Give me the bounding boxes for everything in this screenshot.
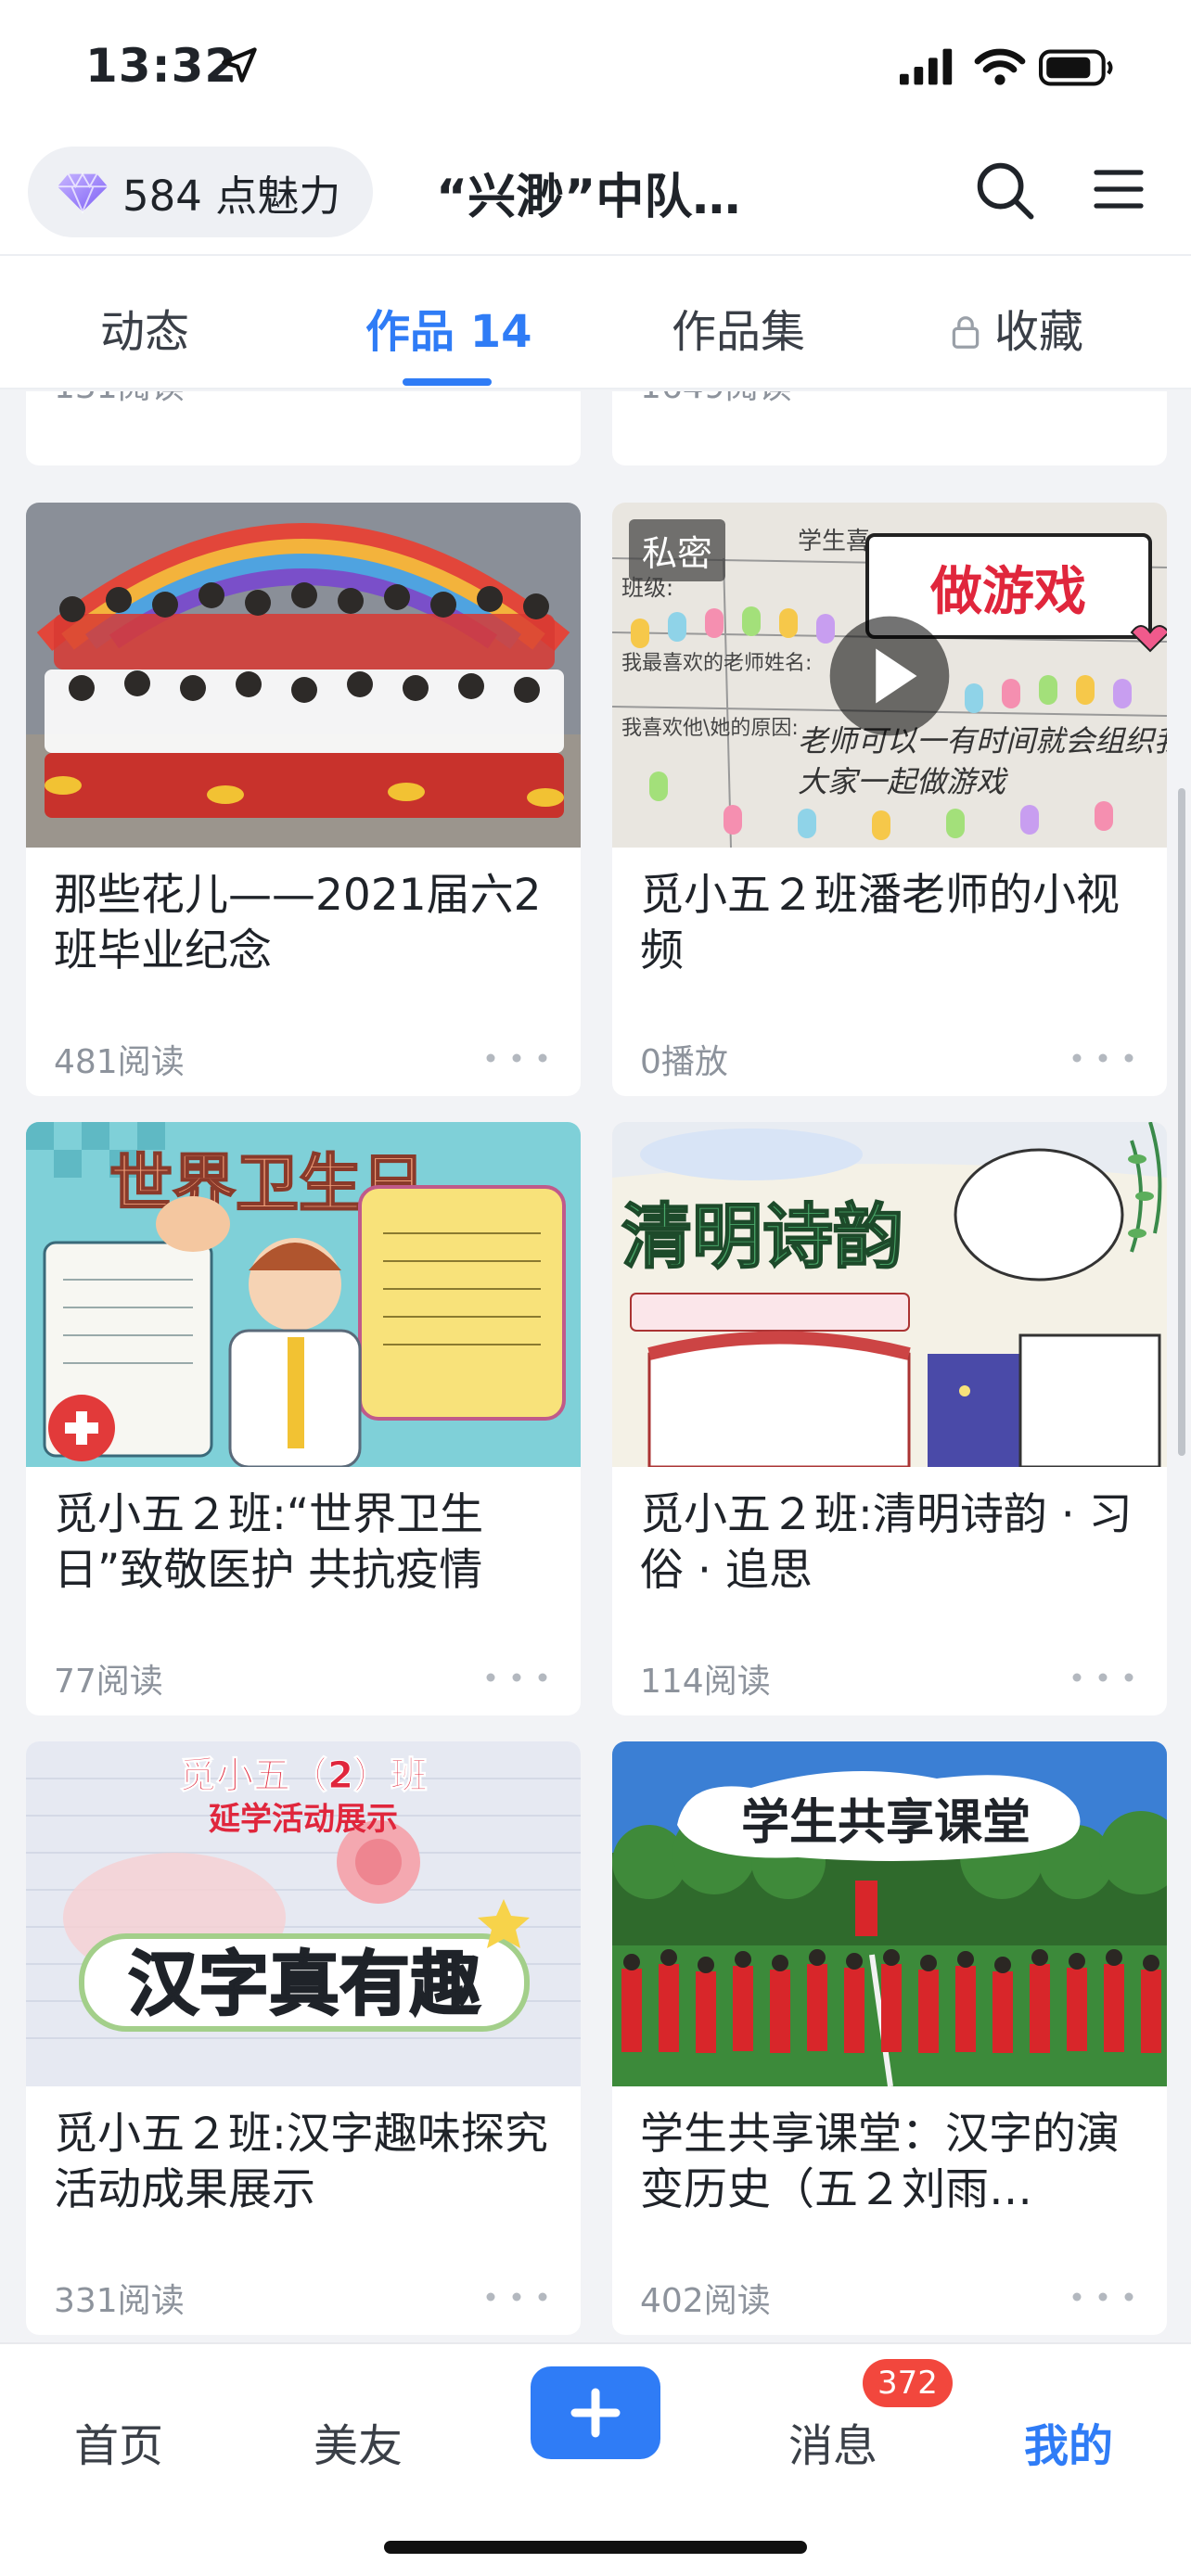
diamond-icon bbox=[57, 172, 109, 214]
read-count: 77阅读 bbox=[54, 1663, 163, 1701]
hanzi-activity-thumbnail: 觅小五（2）班 延学活动展示 汉字真有趣 bbox=[26, 1741, 581, 2086]
plus-icon bbox=[570, 2388, 621, 2438]
sheet-handwriting-line-2: 大家一起做游戏 bbox=[798, 764, 1008, 799]
private-badge: 私密 bbox=[629, 519, 726, 581]
cellular-signal-icon bbox=[900, 48, 953, 85]
work-card[interactable]: 那些花儿——2021届六2班毕业纪念 481阅读 bbox=[26, 503, 581, 1096]
thumbnail-activity-caption: 延学活动展示 bbox=[209, 1801, 398, 1838]
scrollbar[interactable] bbox=[1178, 788, 1185, 1456]
work-title: 那些花儿——2021届六2班毕业纪念 bbox=[54, 870, 542, 976]
page-title: “兴渺”中队… bbox=[436, 170, 741, 225]
nav-mine[interactable]: 我的 bbox=[1024, 2409, 1113, 2474]
search-icon[interactable] bbox=[974, 159, 1035, 221]
sheet-teacher-field: 我最喜欢的老师姓名: bbox=[621, 652, 812, 675]
status-bar: 13:32 bbox=[0, 0, 1191, 139]
create-button[interactable] bbox=[531, 2366, 660, 2459]
health-day-poster-thumbnail: 世界卫生日 bbox=[26, 1122, 581, 1467]
profile-tabs: 动态 作品 14 作品集 收藏 bbox=[0, 254, 1191, 389]
read-count: 131阅读 bbox=[54, 391, 185, 408]
read-count: 481阅读 bbox=[54, 1043, 185, 1081]
bottom-navigation: 首页 美友 消息 372 我的 bbox=[0, 2342, 1191, 2576]
tab-works[interactable]: 作品 14 bbox=[365, 295, 532, 360]
work-title: 觅小五２班:“世界卫生日”致敬医护 共抗疫情 bbox=[54, 1489, 484, 1596]
charm-points-pill[interactable]: 584 点魅力 bbox=[28, 147, 373, 237]
menu-icon[interactable] bbox=[1093, 163, 1145, 215]
sheet-reason-field: 我喜欢他\她的原因: bbox=[621, 717, 799, 740]
thumbnail-title: 汉字真有趣 bbox=[128, 1943, 480, 2025]
work-card[interactable]: 世界卫生日 觅小五２班:“世界卫生日”致敬医护 共抗疫情 77阅读 bbox=[26, 1122, 581, 1715]
work-title: 觅小五２班:汉字趣味探究活动成果展示 bbox=[54, 2109, 548, 2215]
read-count: 402阅读 bbox=[640, 2282, 771, 2320]
sheet-heading: 学生喜 bbox=[798, 528, 870, 555]
read-count: 331阅读 bbox=[54, 2282, 185, 2320]
lock-icon bbox=[952, 316, 980, 349]
more-options-icon[interactable] bbox=[1070, 1052, 1135, 1065]
thumbnail-caption: 做游戏 bbox=[929, 562, 1086, 622]
work-card[interactable]: 学生共享课堂 学生共享课堂：汉字的演变历史（五２刘雨… 402阅读 bbox=[612, 1741, 1167, 2335]
unread-badge: 372 bbox=[863, 2359, 953, 2407]
work-card[interactable]: 清明诗韵 觅小五２班:清明诗韵 · 习俗 · 追思 114阅读 bbox=[612, 1122, 1167, 1715]
nav-messages[interactable]: 消息 bbox=[788, 2409, 877, 2474]
nav-friends[interactable]: 美友 bbox=[314, 2409, 403, 2474]
status-time: 13:32 bbox=[85, 39, 238, 93]
poster-heading: 清明诗韵 bbox=[621, 1195, 903, 1278]
location-arrow-icon bbox=[222, 47, 257, 83]
home-indicator bbox=[384, 2541, 807, 2554]
tab-favorites-label: 收藏 bbox=[994, 306, 1084, 358]
active-tab-indicator bbox=[403, 378, 492, 386]
charm-points-label: 584 点魅力 bbox=[122, 171, 341, 221]
work-card[interactable]: 觅小五（2）班 延学活动展示 汉字真有趣 觅小五２班:汉字趣味探究活动成果展示 … bbox=[26, 1741, 581, 2335]
work-title: 觅小五２班潘老师的小视频 bbox=[640, 870, 1120, 976]
qingming-poster-thumbnail: 清明诗韵 bbox=[612, 1122, 1167, 1467]
play-icon[interactable] bbox=[827, 614, 952, 738]
work-title: 觅小五２班:清明诗韵 · 习俗 · 追思 bbox=[640, 1489, 1133, 1596]
student-class-thumbnail: 学生共享课堂 bbox=[612, 1741, 1167, 2086]
wifi-icon bbox=[974, 48, 1026, 85]
thumbnail-caption: 学生共享课堂 bbox=[741, 1795, 1031, 1851]
tab-collections[interactable]: 作品集 bbox=[672, 295, 805, 360]
tab-favorites[interactable]: 收藏 bbox=[950, 295, 1083, 360]
thumbnail-class-caption: 觅小五（2）班 bbox=[179, 1754, 428, 1797]
more-options-icon[interactable] bbox=[484, 2290, 549, 2303]
battery-icon bbox=[1039, 49, 1113, 86]
list-item[interactable]: 131阅读 bbox=[26, 391, 581, 465]
app-header: 584 点魅力 “兴渺”中队… bbox=[0, 139, 1191, 254]
work-title: 学生共享课堂：汉字的演变历史（五２刘雨… bbox=[640, 2109, 1120, 2215]
more-options-icon[interactable] bbox=[484, 1052, 549, 1065]
more-options-icon[interactable] bbox=[484, 1671, 549, 1684]
more-options-icon[interactable] bbox=[1070, 2290, 1135, 2303]
work-card[interactable]: 学生喜 班级: 我最喜欢的老师姓名: 我喜欢他\她的原因: 老师可以一有时间就会… bbox=[612, 503, 1167, 1096]
graduation-photo-thumbnail bbox=[26, 503, 581, 848]
works-feed[interactable]: 131阅读 1649阅读 bbox=[0, 391, 1191, 2342]
nav-home[interactable]: 首页 bbox=[74, 2409, 163, 2474]
more-options-icon[interactable] bbox=[1070, 1671, 1135, 1684]
read-count: 1649阅读 bbox=[640, 391, 792, 408]
read-count: 114阅读 bbox=[640, 1663, 771, 1701]
play-count: 0播放 bbox=[640, 1043, 728, 1081]
tab-updates[interactable]: 动态 bbox=[100, 295, 189, 360]
list-item[interactable]: 1649阅读 bbox=[612, 391, 1167, 465]
